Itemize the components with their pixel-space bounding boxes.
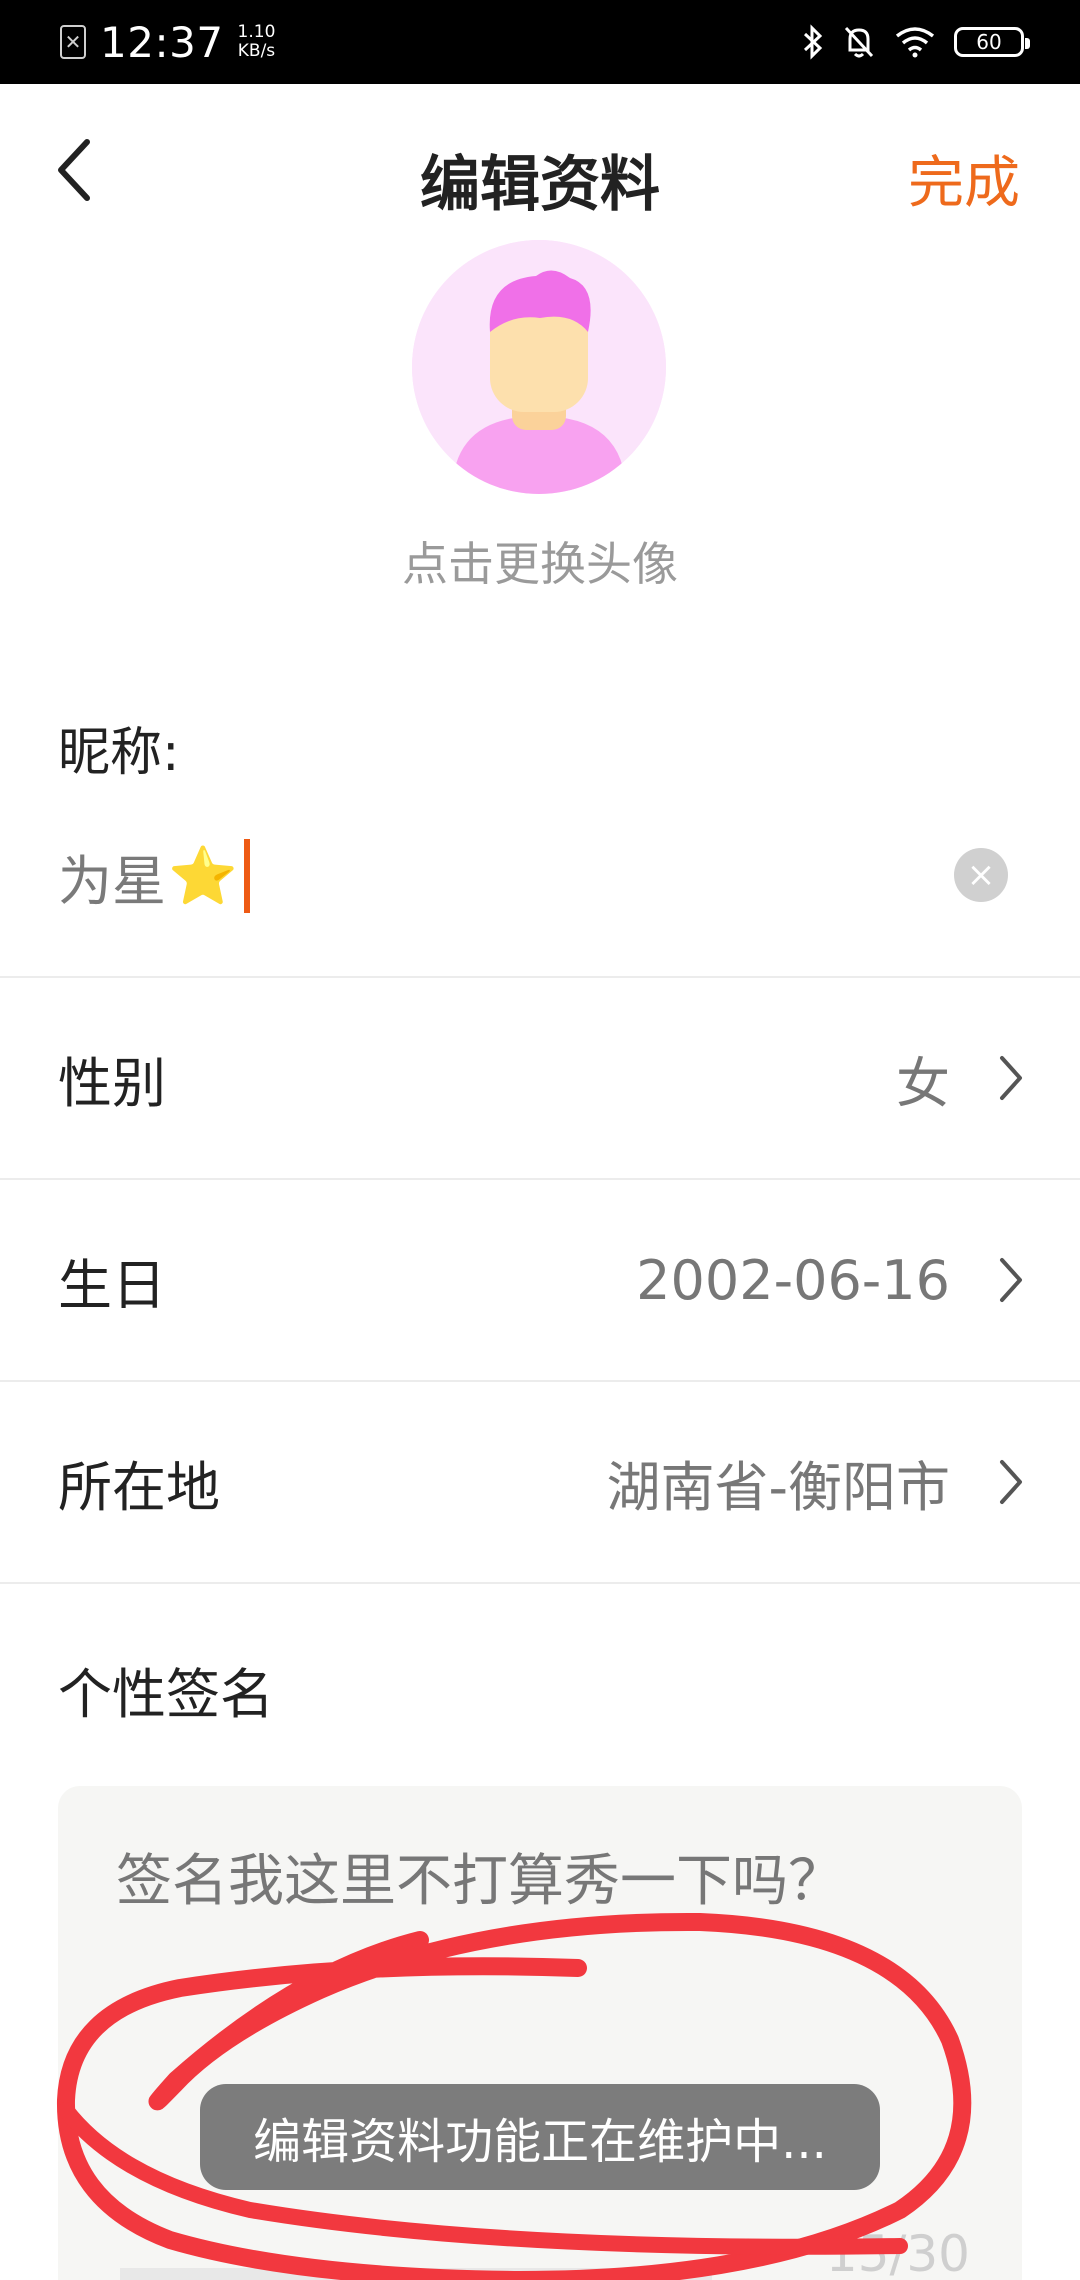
birthday-row[interactable]: 生日 2002-06-16	[0, 1180, 1080, 1380]
avatar[interactable]	[412, 240, 666, 494]
status-bar-right: 60	[802, 0, 1030, 84]
location-row[interactable]: 所在地 湖南省-衡阳市	[0, 1382, 1080, 1582]
status-time: 12:37	[100, 17, 224, 67]
status-bar-left: ✕ 12:37 1.10 KB/s	[60, 0, 275, 84]
star-emoji: ⭐	[168, 844, 238, 909]
location-label: 所在地	[58, 1455, 220, 1519]
wifi-icon	[895, 27, 935, 58]
toast-message: 编辑资料功能正在维护中...	[200, 2084, 880, 2190]
mute-bell-icon	[844, 26, 874, 58]
edit-profile-screen: ✕ 12:37 1.10 KB/s 60 编辑资料 完成 点击更换头像 昵称: …	[0, 0, 1080, 2280]
network-speed: 1.10 KB/s	[238, 23, 276, 61]
gender-row[interactable]: 性别 女	[0, 978, 1080, 1178]
battery-level: 60	[976, 30, 1002, 54]
birthday-value: 2002-06-16	[636, 1248, 950, 1312]
done-button[interactable]: 完成	[908, 138, 1020, 219]
location-value: 湖南省-衡阳市	[606, 1455, 951, 1519]
gender-value: 女	[896, 1051, 950, 1115]
battery-indicator: 60	[954, 27, 1030, 57]
red-annotation-circle	[56, 1912, 972, 2280]
default-avatar-icon	[412, 240, 666, 494]
nickname-input[interactable]: 为星 ⭐	[58, 838, 250, 914]
network-speed-value: 1.10	[237, 22, 276, 42]
gender-label: 性别	[58, 1051, 166, 1115]
text-cursor	[243, 839, 250, 913]
bluetooth-icon	[803, 24, 823, 60]
chevron-right-icon	[998, 1180, 1024, 1380]
clear-nickname-button[interactable]: ×	[954, 848, 1008, 902]
network-speed-unit: KB/s	[237, 41, 276, 61]
chevron-right-icon	[998, 978, 1024, 1178]
nickname-value: 为星	[58, 849, 166, 913]
nav-bar: 编辑资料 完成	[0, 84, 1080, 256]
change-avatar-hint[interactable]: 点击更换头像	[0, 528, 1080, 594]
no-sim-icon: ✕	[60, 25, 86, 59]
nickname-label: 昵称:	[58, 723, 180, 783]
close-icon: ×	[966, 855, 996, 895]
status-bar: ✕ 12:37 1.10 KB/s 60	[0, 0, 1080, 84]
birthday-label: 生日	[58, 1253, 166, 1317]
divider	[0, 1582, 1080, 1584]
signature-label: 个性签名	[58, 1663, 274, 1726]
chevron-right-icon	[998, 1382, 1024, 1582]
